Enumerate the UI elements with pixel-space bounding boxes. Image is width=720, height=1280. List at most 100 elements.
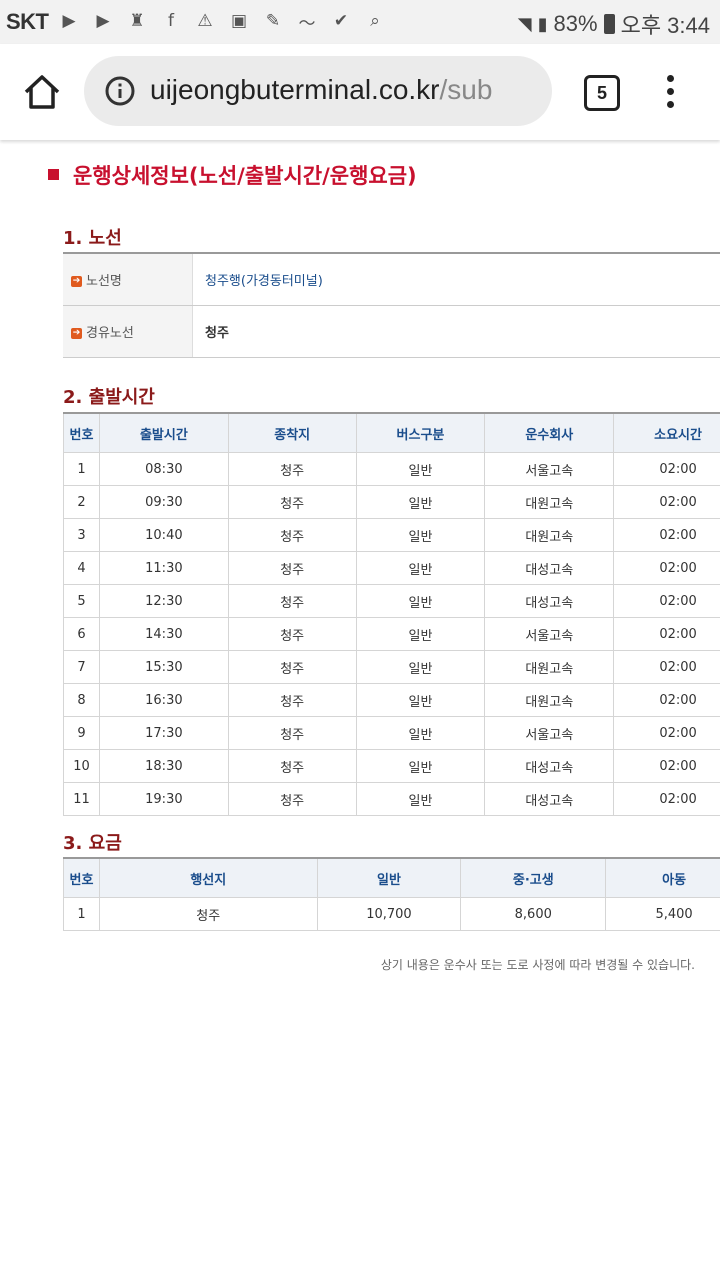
schedule-cell-destination: 청주 (227, 683, 357, 717)
section-fare-title: 3. 요금 (63, 833, 122, 854)
schedule-cell-destination: 청주 (227, 485, 357, 519)
section-schedule-title: 2. 출발시간 (63, 387, 155, 408)
schedule-cell-duration: 02:00 (613, 683, 720, 717)
schedule-cell-departure: 15:30 (98, 650, 229, 684)
schedule-cell-duration: 02:00 (613, 749, 720, 783)
schedule-cell-duration: 02:00 (613, 716, 720, 750)
fare-table: 번호 행선지 일반 중·고생 아동 1 청주 10,700 8,600 5,400 (63, 857, 720, 931)
schedule-cell-company: 서울고속 (484, 617, 615, 651)
schedule-cell-duration: 02:00 (613, 650, 720, 684)
warning-icon: ⚠ (197, 11, 213, 31)
fare-header-no: 번호 (63, 859, 100, 898)
status-right: ◥ ▮ 83% 오후 3:44 (518, 8, 710, 40)
schedule-cell-no: 3 (63, 518, 100, 552)
youtube-icon: ▶ (62, 11, 76, 31)
schedule-header-no: 번호 (63, 414, 100, 453)
schedule-row: 5 12:30 청주 일반 대성고속 02:00 (63, 584, 720, 618)
url-text[interactable]: uijeongbuterminal.co.kr/sub (150, 74, 492, 106)
activity-icon: 〜 (298, 13, 316, 34)
schedule-cell-company: 대성고속 (484, 584, 615, 618)
schedule-cell-bus-type: 일반 (355, 518, 486, 552)
schedule-cell-bus-type: 일반 (355, 551, 486, 585)
schedule-header-row: 번호 출발시간 종착지 버스구분 운수회사 소요시간 (63, 414, 720, 453)
info-icon[interactable] (104, 75, 136, 107)
schedule-cell-destination: 청주 (227, 452, 357, 486)
schedule-row: 6 14:30 청주 일반 서울고속 02:00 (63, 617, 720, 651)
schedule-table: 번호 출발시간 종착지 버스구분 운수회사 소요시간 1 08:30 청주 일반 서울고속 02:0… (63, 412, 720, 816)
flashlight-icon: ♜ (129, 11, 145, 31)
status-bar: SKT ▶ ▶ ♜ f ⚠ ▣ ✎ 〜 ✔ ⌕ ◥ ▮ 83% 오후 3:44 (0, 0, 720, 44)
schedule-cell-departure: 11:30 (98, 551, 229, 585)
battery-percent: 83% (553, 11, 598, 36)
schedule-cell-no: 9 (63, 716, 100, 750)
schedule-cell-no: 6 (63, 617, 100, 651)
schedule-cell-destination: 청주 (227, 749, 357, 783)
schedule-cell-no: 5 (63, 584, 100, 618)
route-via-value: 청주 (192, 305, 720, 358)
schedule-cell-departure: 19:30 (98, 782, 229, 816)
schedule-header-departure: 출발시간 (98, 414, 229, 453)
tab-switcher-button[interactable]: 5 (584, 75, 620, 111)
schedule-cell-bus-type: 일반 (355, 716, 486, 750)
schedule-cell-company: 서울고속 (484, 716, 615, 750)
schedule-row: 8 16:30 청주 일반 대원고속 02:00 (63, 683, 720, 717)
schedule-cell-departure: 12:30 (98, 584, 229, 618)
fare-cell-adult: 10,700 (316, 897, 462, 931)
fare-header-child: 아동 (605, 859, 720, 898)
schedule-header-destination: 종착지 (227, 414, 357, 453)
schedule-row: 2 09:30 청주 일반 대원고속 02:00 (63, 485, 720, 519)
schedule-cell-bus-type: 일반 (355, 683, 486, 717)
schedule-cell-no: 7 (63, 650, 100, 684)
schedule-cell-bus-type: 일반 (355, 650, 486, 684)
schedule-cell-bus-type: 일반 (355, 584, 486, 618)
fare-header-student: 중·고생 (460, 859, 607, 898)
schedule-cell-departure: 17:30 (98, 716, 229, 750)
schedule-cell-destination: 청주 (227, 518, 357, 552)
carrier-label: SKT (6, 9, 49, 34)
signal-icon: ▮ (537, 13, 548, 34)
page-title-text: 운행상세정보(노선/출발시간/운행요금) (73, 164, 417, 188)
overflow-menu-icon[interactable] (660, 72, 680, 112)
schedule-cell-company: 대성고속 (484, 782, 615, 816)
section-route-title: 1. 노선 (63, 228, 122, 249)
schedule-cell-destination: 청주 (227, 716, 357, 750)
schedule-cell-duration: 02:00 (613, 452, 720, 486)
schedule-row: 7 15:30 청주 일반 대원고속 02:00 (63, 650, 720, 684)
schedule-cell-bus-type: 일반 (355, 749, 486, 783)
browser-toolbar: uijeongbuterminal.co.kr/sub 5 (0, 44, 720, 140)
schedule-cell-bus-type: 일반 (355, 485, 486, 519)
schedule-cell-duration: 02:00 (613, 551, 720, 585)
schedule-cell-destination: 청주 (227, 782, 357, 816)
schedule-row: 11 19:30 청주 일반 대성고속 02:00 (63, 782, 720, 816)
search-icon: ⌕ (370, 11, 380, 31)
schedule-cell-company: 대원고속 (484, 650, 615, 684)
route-row: ➔ 경유노선 청주 (63, 305, 720, 358)
schedule-cell-destination: 청주 (227, 650, 357, 684)
schedule-cell-bus-type: 일반 (355, 617, 486, 651)
schedule-row: 3 10:40 청주 일반 대원고속 02:00 (63, 518, 720, 552)
home-icon[interactable] (22, 72, 62, 112)
address-bar[interactable]: uijeongbuterminal.co.kr/sub (84, 56, 552, 126)
notification-icons: ▶ ▶ ♜ f ⚠ ▣ ✎ 〜 ✔ ⌕ (56, 8, 388, 34)
route-label: ➔ 경유노선 (63, 305, 193, 358)
schedule-cell-departure: 16:30 (98, 683, 229, 717)
schedule-cell-destination: 청주 (227, 584, 357, 618)
title-square-icon (48, 168, 59, 180)
schedule-cell-destination: 청주 (227, 617, 357, 651)
schedule-cell-bus-type: 일반 (355, 452, 486, 486)
schedule-cell-company: 대원고속 (484, 518, 615, 552)
schedule-cell-duration: 02:00 (613, 782, 720, 816)
schedule-header-bus-type: 버스구분 (355, 414, 486, 453)
schedule-cell-departure: 10:40 (98, 518, 229, 552)
schedule-header-duration: 소요시간 (613, 414, 720, 453)
image-icon: ▣ (230, 11, 248, 31)
facebook-icon: f (168, 11, 174, 31)
schedule-cell-no: 4 (63, 551, 100, 585)
fare-row: 1 청주 10,700 8,600 5,400 (63, 897, 720, 931)
url-path: /sub (439, 74, 493, 105)
schedule-cell-company: 대원고속 (484, 485, 615, 519)
schedule-row: 9 17:30 청주 일반 서울고속 02:00 (63, 716, 720, 750)
fare-header-adult: 일반 (316, 859, 462, 898)
schedule-header-company: 운수회사 (484, 414, 615, 453)
route-table: ➔ 노선명 청주행(가경동터미널) ➔ 경유노선 청주 (63, 252, 720, 358)
